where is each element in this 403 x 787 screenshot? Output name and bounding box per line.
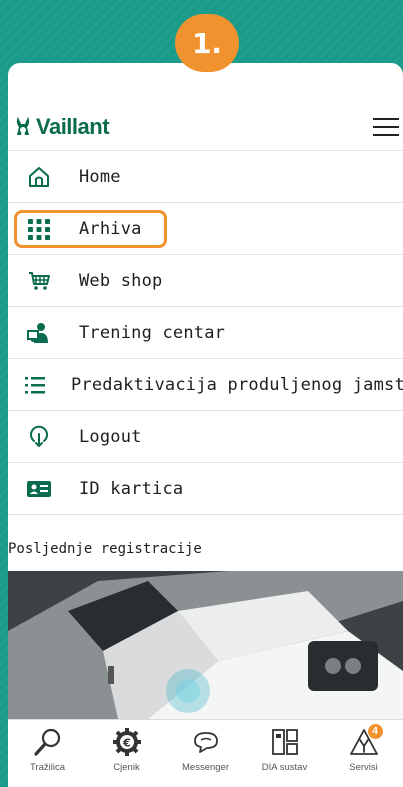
svg-text:€: € (122, 737, 131, 750)
vaillant-logo[interactable]: Vaillant (12, 113, 110, 141)
menu-item-label: Arhiva (79, 218, 142, 239)
list-icon (23, 371, 47, 399)
tab-label: Servisi (349, 762, 378, 773)
brand-name: Vaillant (36, 114, 110, 139)
cart-icon (23, 267, 55, 295)
hamburger-menu-button[interactable] (373, 118, 399, 138)
menu-item-label: Home (79, 166, 121, 187)
menu-item-predaktivacija[interactable]: Predaktivacija produljenog jamstva (8, 359, 403, 411)
tab-dia-sustav[interactable]: DIA sustav (250, 726, 320, 773)
menu-item-logout[interactable]: Logout (8, 411, 403, 463)
menu-item-id-kartica[interactable]: ID kartica (8, 463, 403, 515)
id-card-icon (23, 475, 55, 503)
training-icon (23, 319, 55, 347)
tab-servisi[interactable]: 4 Servisi (329, 724, 399, 773)
tab-label: Cjenik (113, 762, 140, 773)
step-number-badge: 1. (175, 14, 239, 72)
bottom-tab-bar: Tražilica € Cjenik Messenger DIA sustav … (8, 719, 403, 787)
euro-gear-icon: € (112, 728, 141, 756)
chat-icon (193, 732, 218, 753)
home-icon (23, 163, 55, 191)
app-screen: Vaillant Home Arhiva Web shop Trening ce… (8, 63, 403, 787)
menu-item-web-shop[interactable]: Web shop (8, 255, 403, 307)
tab-label: DIA sustav (261, 762, 308, 773)
tab-cjenik[interactable]: € Cjenik (92, 726, 162, 773)
logout-icon (23, 423, 55, 451)
app-header: Vaillant (8, 63, 403, 151)
menu-item-label: Predaktivacija produljenog jamstva (71, 374, 403, 395)
tab-trazilica[interactable]: Tražilica (13, 726, 83, 773)
vaillant-hare-icon (16, 117, 30, 135)
menu-item-label: Logout (79, 426, 142, 447)
menu-item-home[interactable]: Home (8, 151, 403, 203)
side-menu: Home Arhiva Web shop Trening centar Pred… (8, 151, 403, 515)
tab-messenger[interactable]: Messenger (171, 726, 241, 773)
menu-item-label: Trening centar (79, 322, 226, 343)
boiler-illustration (8, 571, 403, 719)
grid-icon (23, 215, 55, 243)
section-title-recent-registrations: Posljednje registracije (8, 541, 202, 557)
search-icon (33, 728, 60, 756)
menu-item-label: Web shop (79, 270, 163, 291)
tab-label: Messenger (182, 762, 229, 773)
menu-item-label: ID kartica (79, 478, 184, 499)
tab-label: Tražilica (29, 762, 65, 773)
dia-icon (271, 729, 298, 755)
notification-badge: 4 (367, 724, 383, 739)
menu-item-arhiva[interactable]: Arhiva (8, 203, 403, 255)
product-photo (8, 571, 403, 719)
menu-item-trening-centar[interactable]: Trening centar (8, 307, 403, 359)
